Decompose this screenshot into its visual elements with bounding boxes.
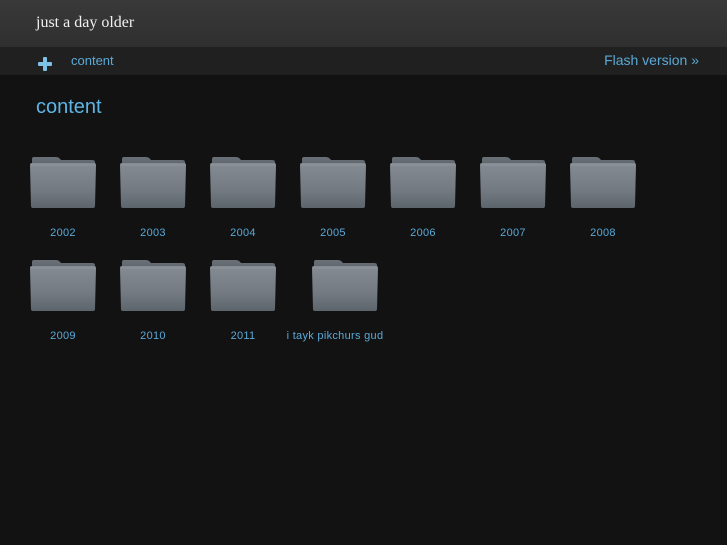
folder-icon <box>120 260 186 311</box>
folder-icon <box>480 157 546 208</box>
folder-icon <box>210 157 276 208</box>
page-title: content <box>36 96 102 118</box>
folder-icon <box>300 157 366 208</box>
folder-icon <box>390 157 456 208</box>
flash-version-link[interactable]: Flash version » <box>604 52 699 68</box>
folder-item[interactable]: i tayk pikchurs gud <box>287 260 401 350</box>
folder-icon <box>570 157 636 208</box>
site-title[interactable]: just a day older <box>36 14 134 32</box>
folder-icon <box>210 260 276 311</box>
folder-icon <box>312 260 378 311</box>
folder-icon <box>30 157 96 208</box>
breadcrumb-content-link[interactable]: content <box>71 53 114 68</box>
folder-icon <box>30 260 96 311</box>
folder-item[interactable]: 2008 <box>569 157 659 247</box>
folder-icon <box>120 157 186 208</box>
plus-icon[interactable] <box>38 57 52 71</box>
folder-label[interactable]: 2008 <box>549 227 657 239</box>
site-header: just a day older <box>0 0 727 47</box>
folder-label[interactable]: i tayk pikchurs gud <box>281 330 389 342</box>
